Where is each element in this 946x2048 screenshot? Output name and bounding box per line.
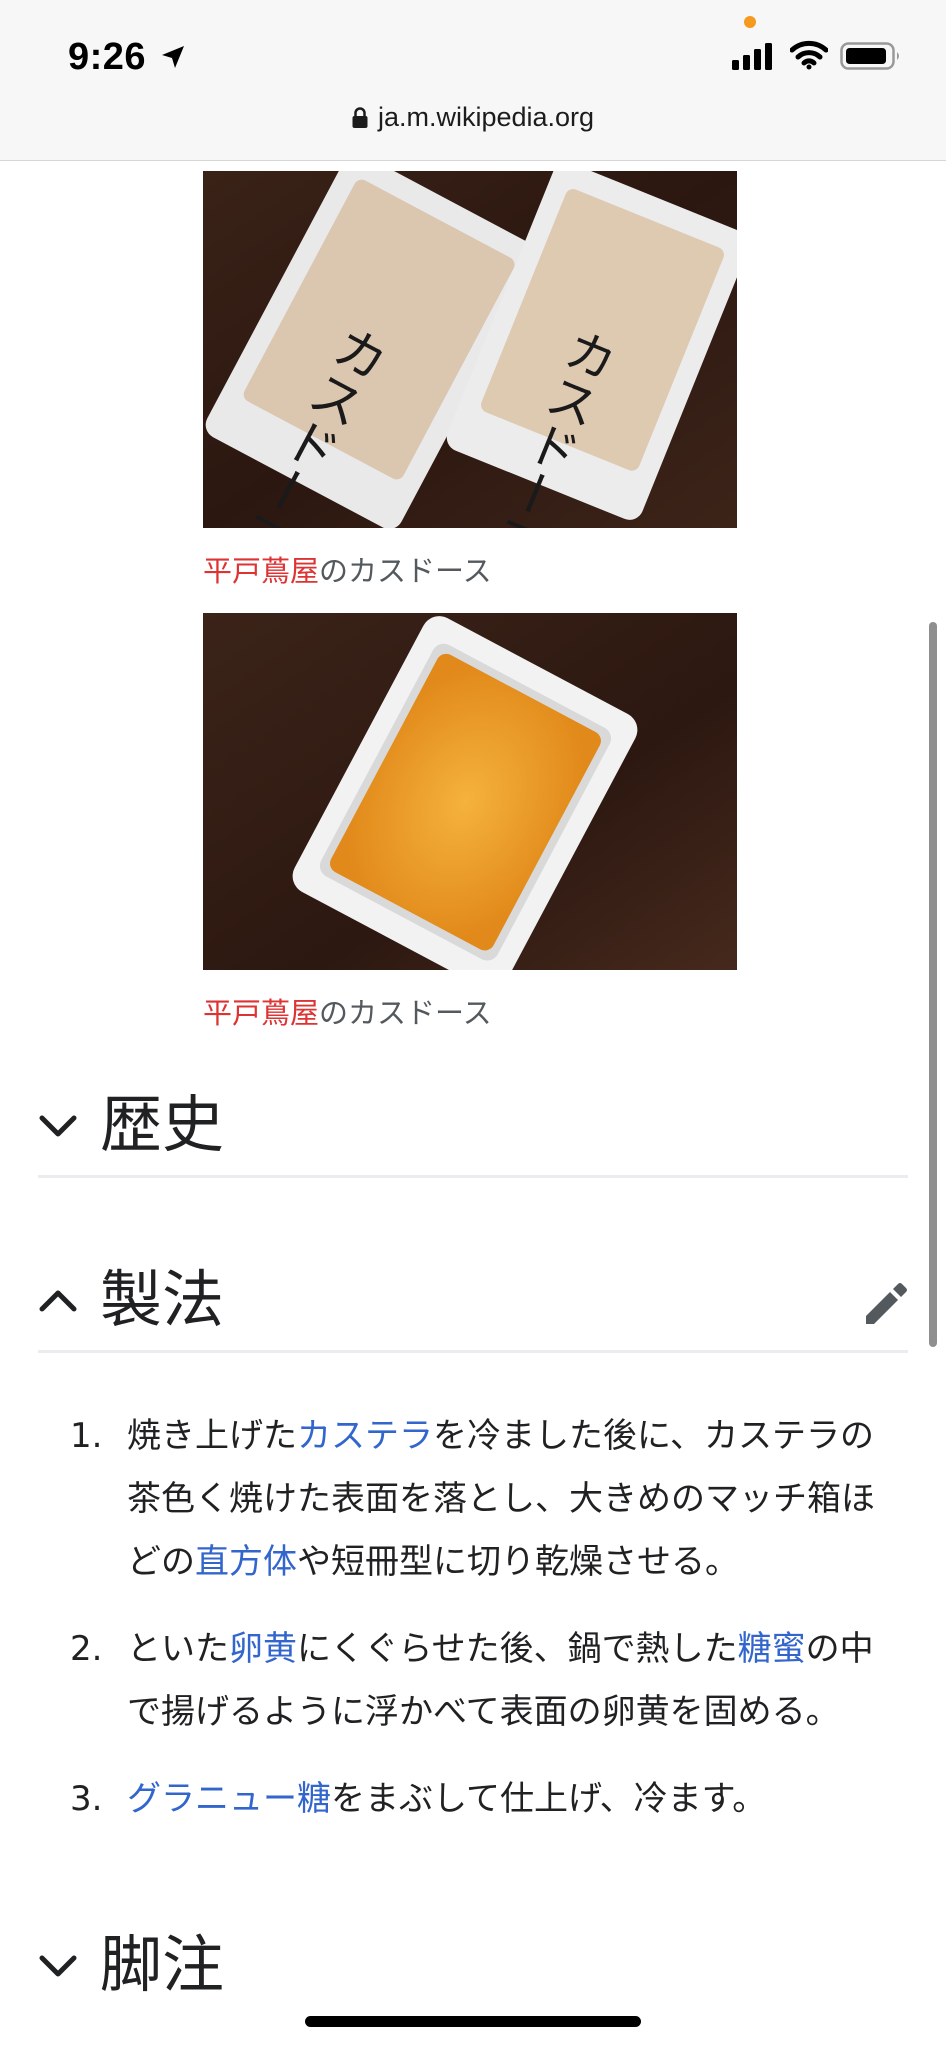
caption-link[interactable]: 平戸蔦屋 [203,996,319,1030]
link-granulated-sugar[interactable]: グラニュー糖 [127,1779,331,1819]
figure-caption: 平戸蔦屋のカスドース [203,548,492,590]
chevron-down-icon [38,1113,78,1143]
step-text: や短冊型に切り乾燥させる。 [297,1542,739,1582]
step-text: をまぶして仕上げ、冷ます。 [331,1779,767,1819]
lock-icon [352,105,368,136]
list-item: 3. グラニュー糖をまぶして仕上げ、冷ます。 [70,1768,900,1831]
list-number: 1. [70,1416,103,1456]
kasudosu-tray-image[interactable] [203,613,737,970]
link-egg-yolk[interactable]: 卵黄 [229,1629,297,1669]
clock: 9:26 [68,36,147,78]
list-number: 3. [70,1779,103,1819]
chevron-up-icon [38,1288,78,1318]
step-text: にくぐらせた後、鍋で熱した [297,1629,738,1669]
section-title: 製法 [100,1263,225,1336]
section-title: 脚注 [100,1928,225,2001]
step-text: といた [127,1629,229,1669]
section-title: 歴史 [100,1088,225,1161]
step-text: 焼き上げた [127,1416,297,1456]
section-header-notes[interactable]: 脚注 [38,1915,908,2015]
pencil-icon[interactable] [862,1282,908,1332]
link-castella[interactable]: カステラ [297,1416,433,1456]
caption-text: のカスドース [319,554,492,588]
url-text: ja.m.wikipedia.org [377,102,595,132]
caption-link[interactable]: 平戸蔦屋 [203,554,319,588]
section-header-history[interactable]: 歴史 [38,1075,908,1178]
caption-text: のカスドース [319,996,492,1030]
list-item: 1. 焼き上げたカステラを冷ました後に、カステラの茶色く焼けた表面を落とし、大き… [70,1405,900,1594]
wifi-icon [789,40,829,74]
address-bar[interactable]: ja.m.wikipedia.org [0,102,946,136]
location-arrow-icon [160,44,186,74]
link-syrup[interactable]: 糖蜜 [738,1629,806,1669]
list-item: 2. といた卵黄にくぐらせた後、鍋で熱した糖蜜の中で揚げるように浮かべて表面の卵… [70,1618,900,1744]
method-list: 1. 焼き上げたカステラを冷ました後に、カステラの茶色く焼けた表面を落とし、大き… [70,1405,900,1855]
home-indicator[interactable] [305,2016,641,2027]
scrollbar[interactable] [929,622,937,1347]
chevron-down-icon [38,1953,78,1983]
status-bar: 9:26 ja.m.wikipedia.org [0,0,946,161]
link-cuboid[interactable]: 直方体 [195,1542,297,1582]
figure-caption: 平戸蔦屋のカスドース [203,990,492,1032]
list-number: 2. [70,1629,103,1669]
signal-icon [732,42,776,74]
battery-icon [840,42,902,74]
kasudosu-package-image[interactable]: カスドース カスドース [203,171,737,528]
privacy-indicator [744,16,756,28]
section-header-method[interactable]: 製法 [38,1250,908,1353]
